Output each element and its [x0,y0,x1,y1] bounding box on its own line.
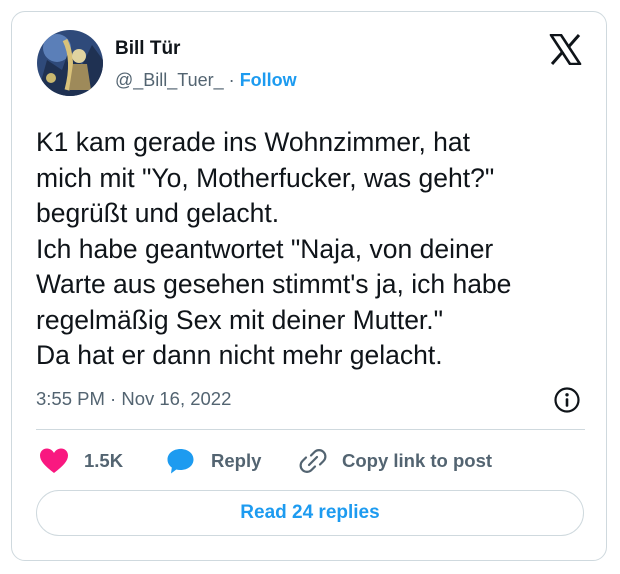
author-handle[interactable]: @_Bill_Tuer_ [115,70,224,90]
follow-button[interactable]: Follow [240,70,297,90]
heart-icon [40,448,68,473]
like-count: 1.5K [84,450,124,471]
speech-bubble-icon [167,449,194,474]
divider [36,429,585,430]
reply-button[interactable]: Reply [166,447,261,475]
author-meta: @_Bill_Tuer_ · Follow [115,70,297,91]
copy-link-label: Copy link to post [342,450,493,471]
separator: · [228,70,235,90]
x-logo-icon[interactable] [549,33,582,66]
author-name[interactable]: Bill Tür [115,38,180,60]
copy-link-button[interactable]: Copy link to post [299,447,492,475]
timestamp[interactable]: 3:55 PM · Nov 16, 2022 [36,388,231,410]
avatar[interactable] [37,30,103,96]
info-icon[interactable] [553,386,581,414]
link-icon [299,449,327,473]
like-button[interactable]: 1.5K [39,447,123,475]
read-replies-button[interactable]: Read 24 replies [36,490,584,536]
reply-label: Reply [211,450,262,471]
tweet-text: K1 kam gerade ins Wohnzimmer, hat mich m… [36,127,512,370]
